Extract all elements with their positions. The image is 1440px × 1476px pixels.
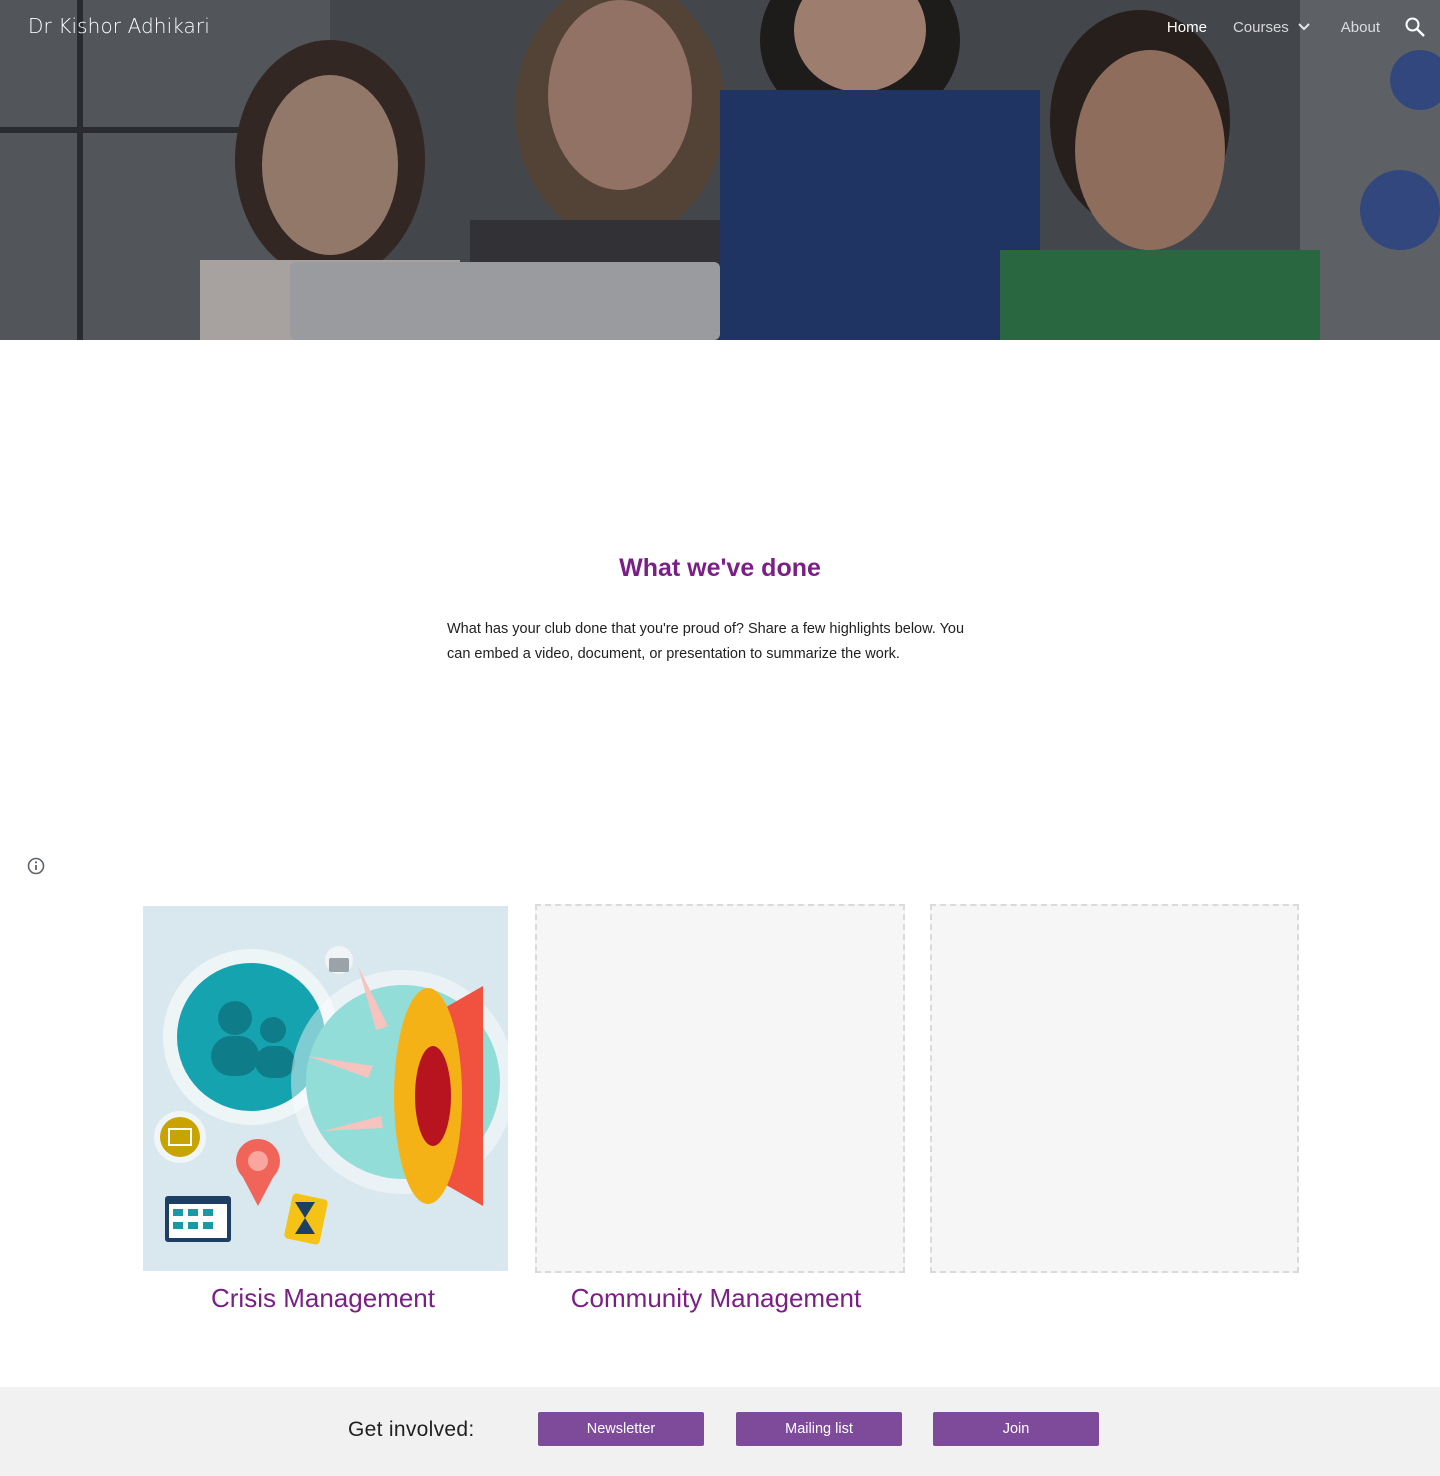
newsletter-button[interactable]: Newsletter (538, 1412, 704, 1446)
nav-item-label: Home (1166, 18, 1207, 36)
section-description: What has your club done that you're prou… (447, 621, 965, 662)
megaphone-illustration (143, 906, 508, 1271)
section-title: What we've done (619, 554, 821, 582)
empty-image-placeholder (930, 904, 1299, 1273)
main-nav: Home Courses About (1167, 18, 1380, 36)
get-involved-footer (0, 1387, 1440, 1476)
nav-item-label: About (1340, 18, 1380, 36)
card-title-community-management: Community Management (570, 1283, 862, 1313)
search-icon[interactable] (1404, 16, 1426, 38)
chevron-down-icon[interactable] (1293, 18, 1315, 36)
get-involved-label: Get involved: (348, 1418, 475, 1441)
info-icon[interactable] (26, 856, 46, 876)
nav-item-home[interactable]: Home (1167, 19, 1207, 36)
card-title-crisis-management: Crisis Management (211, 1283, 435, 1313)
crisis-management-image (143, 906, 508, 1271)
join-button[interactable]: Join (933, 1412, 1099, 1446)
mailing-list-button[interactable]: Mailing list (736, 1412, 902, 1446)
nav-item-label: Courses (1232, 18, 1289, 36)
nav-item-about[interactable]: About (1341, 19, 1380, 36)
top-navigation-bar: Dr Kishor Adhikari Home Courses About (0, 0, 1440, 56)
site-title[interactable]: Dr Kishor Adhikari (28, 14, 210, 38)
nav-item-courses[interactable]: Courses (1233, 18, 1315, 36)
empty-image-placeholder (535, 904, 905, 1273)
